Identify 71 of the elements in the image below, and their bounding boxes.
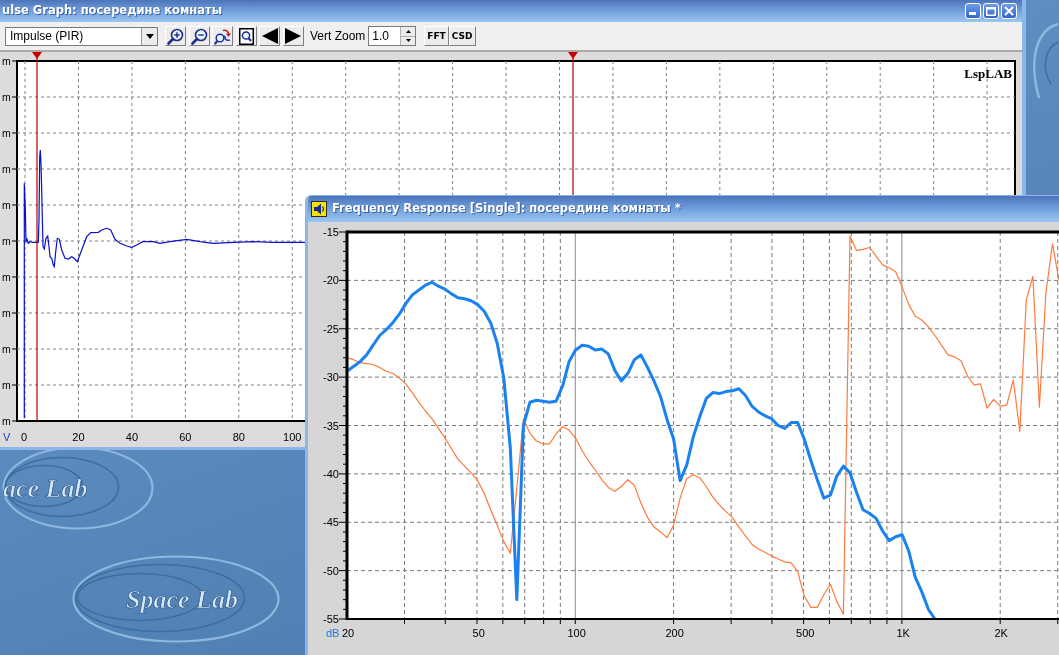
maximize-icon — [986, 6, 996, 16]
axis-tick-label: 100 — [567, 627, 586, 639]
toolbar-button[interactable]: FFT — [424, 26, 449, 46]
close-button[interactable] — [1001, 3, 1017, 19]
axis-tick-label: m — [2, 162, 11, 175]
maximize-button[interactable] — [983, 3, 999, 19]
axis-tick-label: 1K — [896, 627, 910, 639]
zoom-in-button[interactable] — [165, 26, 186, 46]
field-label: Vert Zoom — [309, 28, 366, 45]
axis-tick-label: 20 — [72, 431, 85, 443]
axis-tick-label: m — [2, 378, 11, 391]
close-icon — [1004, 6, 1014, 16]
axis-tick-label: -50 — [323, 564, 339, 577]
magnifier-arrows-icon — [214, 27, 232, 45]
axis-tick-label: 40 — [125, 431, 138, 443]
axis-tick-label: 20 — [341, 627, 355, 639]
axis-tick-label: 60 — [179, 431, 192, 443]
minimize-button[interactable] — [965, 3, 981, 19]
zoom-out-button[interactable] — [188, 26, 210, 46]
speaker-icon — [311, 201, 327, 217]
axis-unit-label: dB — [326, 627, 340, 639]
up-triangle-icon — [405, 29, 411, 33]
axis-tick-label: -30 — [323, 371, 339, 384]
page-magnifier-icon — [238, 27, 254, 45]
logo-text: Space Lab — [126, 585, 238, 614]
zoom-field[interactable]: 1.0 — [368, 26, 417, 46]
left-triangle-icon — [261, 28, 278, 44]
spin-down-button[interactable] — [401, 36, 416, 45]
axis-tick-label: m — [2, 54, 11, 67]
toolbar-button[interactable]: CSD — [448, 26, 476, 46]
axis-tick-label: -35 — [323, 419, 339, 432]
spin-up-button[interactable] — [401, 27, 416, 37]
next-button[interactable] — [282, 26, 304, 46]
axis-tick-label: m — [2, 306, 11, 319]
right-triangle-icon — [285, 28, 302, 44]
axis-unit-label: V — [3, 431, 11, 443]
axis-tick-label: m — [2, 270, 11, 283]
previous-button[interactable] — [259, 26, 281, 46]
axis-tick-label: m — [2, 90, 11, 103]
minimize-icon — [969, 12, 976, 15]
axis-tick-label: 2K — [994, 627, 1008, 639]
axis-tick-label: m — [2, 414, 11, 427]
axis-tick-label: 80 — [232, 431, 245, 443]
view-dropdown[interactable]: Impulse (PIR) — [5, 26, 158, 46]
axis-tick-label: -20 — [323, 274, 339, 287]
magnifier-plus-icon — [167, 27, 184, 45]
caret-icon — [145, 33, 154, 39]
axis-tick-label: m — [2, 342, 11, 355]
axis-tick-label: 200 — [665, 627, 684, 639]
zoom-reset-button[interactable] — [212, 26, 234, 46]
cursor-marker[interactable] — [568, 52, 578, 196]
logo-text: ace Lab — [3, 474, 88, 503]
window-title: ulse Graph: посередине комнаты — [2, 5, 223, 17]
axis-tick-label: -45 — [323, 516, 339, 529]
axis-tick-label: 500 — [796, 627, 815, 639]
axis-tick-label: -25 — [323, 322, 339, 335]
axis-tick-label: -15 — [323, 226, 339, 238]
logo-text: LspLAB — [964, 66, 1012, 81]
axis-tick-label: m — [2, 126, 11, 139]
cursor-marker[interactable] — [32, 52, 42, 422]
zoom-page-button[interactable] — [235, 26, 257, 46]
axis-tick-label: 50 — [472, 627, 485, 639]
axis-tick-label: 0 — [20, 431, 28, 443]
axis-tick-label: m — [2, 234, 11, 247]
window-title: Frequency Response [Single]: посередине комнаты * — [332, 203, 681, 215]
magnifier-minus-icon — [190, 27, 208, 45]
axis-tick-label: -40 — [323, 467, 339, 480]
axis-tick-label: m — [2, 198, 11, 211]
down-triangle-icon — [405, 39, 411, 43]
axis-tick-label: -55 — [323, 613, 339, 625]
axis-tick-label: 100 — [283, 431, 302, 443]
